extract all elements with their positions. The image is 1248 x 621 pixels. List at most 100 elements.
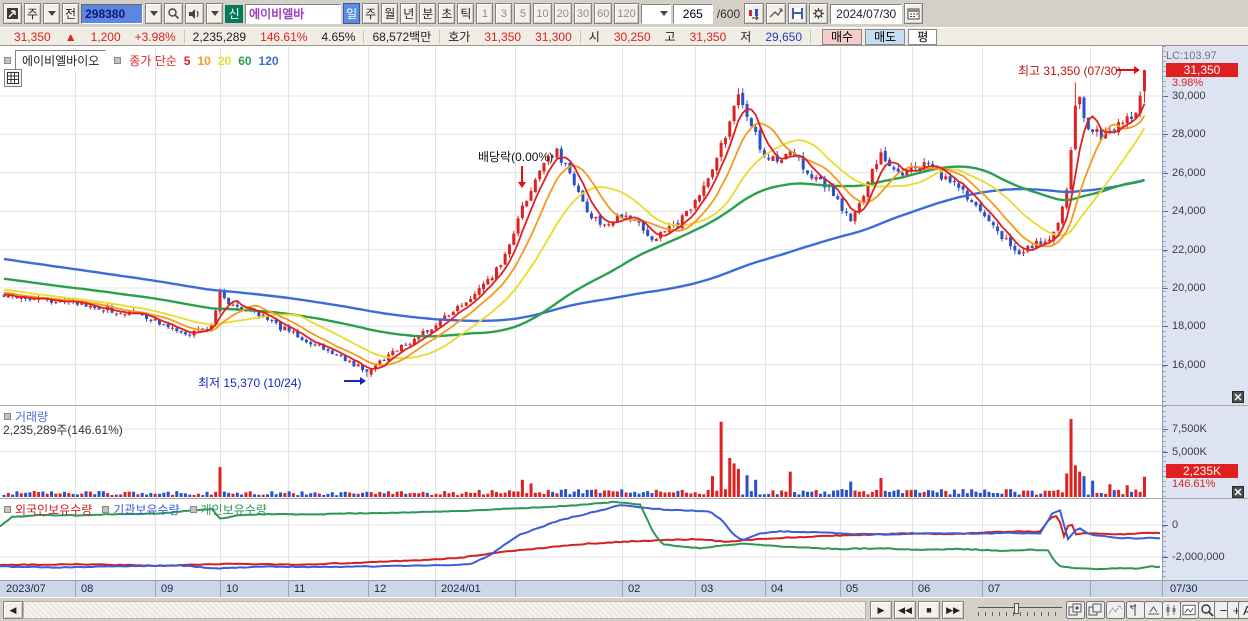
font-size-button[interactable]: A xyxy=(1238,601,1248,619)
pane-divider[interactable] xyxy=(0,498,1248,499)
overlay-icon xyxy=(1088,603,1102,616)
bar-count-input[interactable] xyxy=(672,3,713,24)
chevron-down-icon xyxy=(210,11,219,16)
zoom-slider[interactable] xyxy=(978,603,1062,617)
x-axis-label: 08 xyxy=(81,583,94,595)
sound-button[interactable] xyxy=(185,3,205,24)
magnifier-icon xyxy=(1201,603,1214,617)
fast-forward-button[interactable]: ▶▶ xyxy=(942,601,964,619)
open-price: 30,250 xyxy=(613,29,651,44)
avg-button[interactable]: 평 xyxy=(908,28,938,45)
ask-price: 31,350 xyxy=(484,29,522,44)
stop-button[interactable]: ■ xyxy=(918,601,940,619)
interval-30-button[interactable]: 30 xyxy=(573,3,593,24)
tab-weekly[interactable]: 주 xyxy=(362,3,380,24)
speaker-icon xyxy=(189,8,199,19)
bullet-icon xyxy=(189,506,197,513)
axis-label: 18,000 xyxy=(1172,320,1206,333)
tab-monthly[interactable]: 월 xyxy=(381,3,399,24)
current-price-box: 31,350 xyxy=(1166,63,1238,78)
current-price-pct: 3.98% xyxy=(1172,77,1204,90)
quote-label: 호가 xyxy=(448,30,471,44)
ma20-legend: 20 xyxy=(217,53,232,68)
date-field[interactable]: 2024/07/30 xyxy=(830,3,903,24)
settings-button[interactable] xyxy=(809,3,829,24)
scroll-left-button[interactable]: ◀ xyxy=(3,601,23,619)
data-grid-button[interactable] xyxy=(4,69,22,87)
pane-divider[interactable] xyxy=(0,405,1248,406)
crosshair-tool-button[interactable] xyxy=(1126,601,1145,619)
rewind-button[interactable]: ◀◀ xyxy=(894,601,916,619)
axis-tick xyxy=(1163,211,1168,213)
interval-1-button[interactable]: 1 xyxy=(476,3,494,24)
save-button[interactable] xyxy=(788,3,808,24)
interval-combo[interactable] xyxy=(640,3,671,24)
tab-tick[interactable]: 틱 xyxy=(457,3,475,24)
sell-button[interactable]: 매도 xyxy=(865,28,906,45)
axis-separator xyxy=(288,581,289,598)
interval-20-button[interactable]: 20 xyxy=(553,3,572,24)
close-holdings-pane-button[interactable] xyxy=(1232,486,1244,498)
interval-5-button[interactable]: 5 xyxy=(514,3,532,24)
sound-dropdown[interactable] xyxy=(206,3,224,24)
low-price: 29,650 xyxy=(765,29,803,44)
snapshot-button[interactable] xyxy=(1180,601,1199,619)
candle-tool-button[interactable] xyxy=(1162,601,1181,619)
overlay-button[interactable] xyxy=(1086,601,1105,619)
trendline-tool-button[interactable] xyxy=(766,3,787,24)
search-button[interactable] xyxy=(164,3,184,24)
close-volume-pane-button[interactable] xyxy=(1232,391,1244,403)
axis-tick xyxy=(1163,557,1168,558)
current-price: 31,350 xyxy=(14,29,51,44)
axis-separator xyxy=(75,581,76,598)
interval-60-button[interactable]: 60 xyxy=(594,3,613,24)
pattern-button[interactable] xyxy=(1106,601,1125,619)
x-axis-label: 10 xyxy=(226,583,239,595)
tab-second[interactable]: 초 xyxy=(438,3,456,24)
high-label: 고 xyxy=(664,30,676,44)
x-axis-label: 05 xyxy=(846,583,859,595)
axis-tick xyxy=(1163,428,1168,430)
stock-code-input[interactable] xyxy=(81,3,144,24)
candle-shift-icon xyxy=(749,9,759,20)
axis-label: -2,000,000 xyxy=(1172,551,1225,563)
foreign-holdings-label: 외국인보유수량 xyxy=(15,503,93,517)
axis-tick xyxy=(1163,451,1168,453)
tab-yearly[interactable]: 년 xyxy=(400,3,418,24)
peak-marker-icon xyxy=(1148,606,1159,615)
tab-minute[interactable]: 분 xyxy=(419,3,437,24)
buy-button[interactable]: 매수 xyxy=(822,28,863,45)
chevron-down-icon xyxy=(659,11,668,16)
stock-name-field[interactable]: 에이비엘바 xyxy=(245,3,342,24)
volume-value: 2,235,289 xyxy=(192,29,247,44)
axis-tick xyxy=(1163,364,1168,366)
bullet-icon xyxy=(4,57,11,64)
interval-120-button[interactable]: 120 xyxy=(614,3,639,24)
compare-add-button[interactable] xyxy=(1066,601,1085,619)
calendar-button[interactable] xyxy=(904,3,924,24)
bid-price: 31,300 xyxy=(535,29,572,44)
play-button[interactable]: ▶ xyxy=(870,601,892,619)
horizontal-scrollbar[interactable] xyxy=(23,601,866,619)
code-dropdown[interactable] xyxy=(145,3,163,24)
pattern-icon xyxy=(1108,604,1123,615)
axis-tick xyxy=(1163,326,1168,328)
prev-stock-button[interactable]: 전 xyxy=(62,3,80,24)
week-mode-dropdown[interactable] xyxy=(43,3,61,24)
interval-10-button[interactable]: 10 xyxy=(533,3,552,24)
price-change: 1,200 xyxy=(90,29,121,44)
open-label: 시 xyxy=(588,30,600,44)
x-axis-label: 12 xyxy=(374,583,387,595)
slider-thumb[interactable] xyxy=(1014,603,1019,614)
interval-3-button[interactable]: 3 xyxy=(495,3,513,24)
tab-daily[interactable]: 일 xyxy=(343,3,361,24)
candlestick-chart[interactable] xyxy=(0,46,1162,580)
axis-tick xyxy=(1163,525,1168,526)
week-mode-button[interactable]: 주 xyxy=(24,3,42,24)
candle-shift-button[interactable] xyxy=(744,3,765,24)
popout-chart-button[interactable] xyxy=(3,3,22,24)
axis-label: 24,000 xyxy=(1172,205,1206,218)
ma10-legend: 10 xyxy=(197,53,211,68)
chart-plot-area[interactable]: 배당락(0.00%) 최저 15,370 (10/24) 최고 31,350 (07… xyxy=(0,46,1248,580)
peak-tool-button[interactable] xyxy=(1144,601,1163,619)
